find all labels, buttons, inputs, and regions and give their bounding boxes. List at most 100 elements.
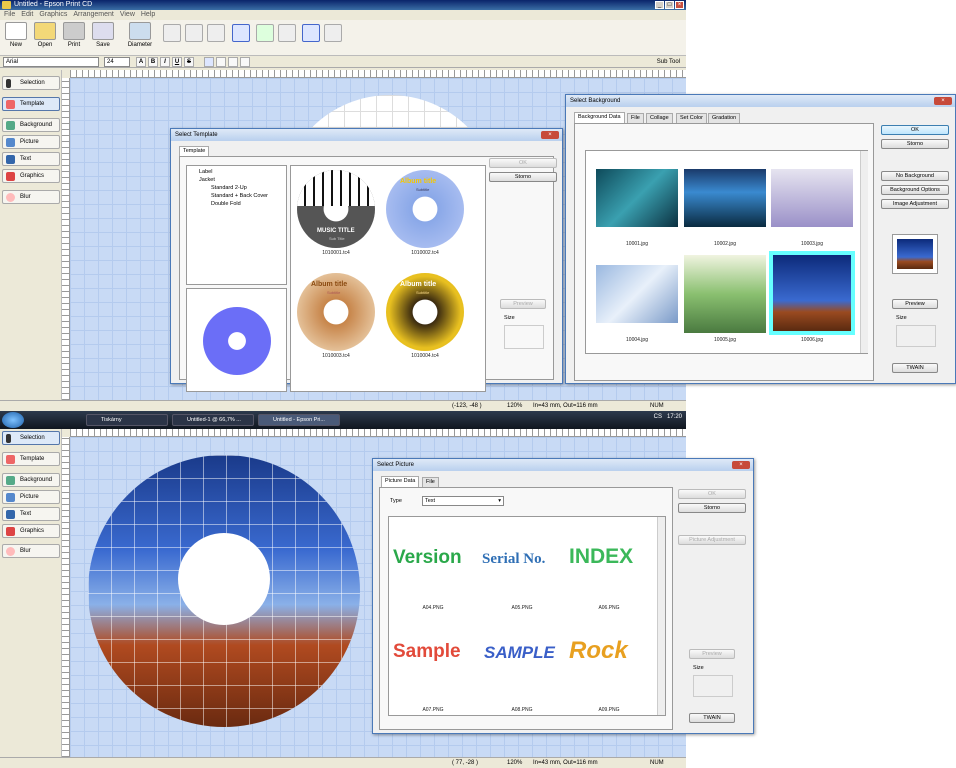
bold-button[interactable]: B [148, 57, 158, 67]
twain-button[interactable]: TWAIN [689, 713, 735, 723]
diameter-button[interactable]: Diameter [124, 22, 156, 48]
background-thumb-1[interactable] [596, 169, 678, 227]
font-color-button[interactable]: A [136, 57, 146, 67]
template-thumb-1[interactable]: MUSIC TITLE Sub Title [297, 170, 375, 248]
fit-page-icon[interactable] [232, 24, 250, 42]
tree-item-double-fold[interactable]: Double Fold [191, 200, 268, 208]
background-thumb-2[interactable] [684, 169, 766, 227]
ok-button[interactable]: OK [881, 125, 949, 135]
undo-icon[interactable] [163, 24, 181, 42]
new-button[interactable]: New [2, 22, 30, 48]
menu-help[interactable]: Help [141, 10, 155, 20]
background-thumb-6[interactable] [769, 251, 855, 335]
tab-picture-data[interactable]: Picture Data [381, 476, 420, 487]
picture-thumb-sample-caps[interactable]: SAMPLE [484, 643, 555, 663]
menu-arrangement[interactable]: Arrangement [73, 10, 113, 20]
align-right-icon[interactable] [228, 57, 238, 67]
text-button[interactable]: Text [2, 152, 60, 166]
type-select[interactable]: Text ▾ [422, 496, 504, 506]
start-button[interactable] [2, 412, 24, 428]
ok-button[interactable]: OK [489, 158, 557, 168]
template-button[interactable]: Template [2, 97, 60, 111]
template-thumb-2[interactable]: Album title Subtitle [386, 170, 464, 248]
font-select[interactable]: Arial [3, 57, 99, 67]
redo-icon[interactable] [185, 24, 203, 42]
twain-button[interactable]: TWAIN [892, 363, 938, 373]
tab-collage[interactable]: Collage [646, 113, 673, 123]
tab-set-color[interactable]: Set Color [676, 113, 707, 123]
picture-button[interactable]: Picture [2, 135, 60, 149]
graphics-button[interactable]: Graphics [2, 524, 60, 538]
tab-file[interactable]: File [627, 113, 644, 123]
picture-scrollbar[interactable] [657, 517, 665, 715]
tree-item-standard-2up[interactable]: Standard 2-Up [191, 184, 268, 192]
print-button[interactable]: Print [60, 22, 88, 48]
picture-thumb-rock[interactable]: Rock [569, 637, 628, 665]
ok-button[interactable]: OK [678, 489, 746, 499]
storno-button[interactable]: Storno [489, 172, 557, 182]
preview-button[interactable]: Preview [689, 649, 735, 659]
picture-thumb-sample[interactable]: Sample [393, 641, 461, 663]
menu-graphics[interactable]: Graphics [39, 10, 67, 20]
selection-button[interactable]: Selection [2, 76, 60, 90]
strikethrough-button[interactable]: S [184, 57, 194, 67]
sub-tool-button[interactable]: Sub Tool [657, 57, 680, 67]
minimize-icon[interactable]: _ [655, 1, 664, 9]
close-icon[interactable]: × [732, 461, 750, 469]
template-thumb-4[interactable]: Album title Subtitle [386, 273, 464, 351]
background-options-button[interactable]: Background Options [881, 185, 949, 195]
picture-thumb-serial[interactable]: Serial No. [482, 551, 545, 568]
template-button[interactable]: Template [2, 452, 60, 466]
tree-item-jacket[interactable]: Jacket [191, 176, 268, 184]
underline-button[interactable]: U [172, 57, 182, 67]
grid-icon[interactable] [302, 24, 320, 42]
picture-thumb-index[interactable]: INDEX [569, 545, 633, 569]
background-thumb-3[interactable] [771, 169, 853, 227]
menu-edit[interactable]: Edit [21, 10, 33, 20]
tree-item-label[interactable]: Label [191, 168, 268, 176]
size-slider[interactable] [896, 325, 936, 347]
blur-button[interactable]: Blur [2, 190, 60, 204]
cd-disc-with-background[interactable] [88, 455, 360, 727]
language-indicator[interactable]: CS [654, 414, 662, 420]
selection-button[interactable]: Selection [2, 431, 60, 445]
graphics-button[interactable]: Graphics [2, 169, 60, 183]
justify-icon[interactable] [240, 57, 250, 67]
image-adjustment-button[interactable]: Image Adjustment [881, 199, 949, 209]
font-size-select[interactable]: 24 [104, 57, 130, 67]
align-left-icon[interactable] [204, 57, 214, 67]
template-thumb-3[interactable]: Album title Subtitle [297, 273, 375, 351]
blur-button[interactable]: Blur [2, 544, 60, 558]
text-button[interactable]: Text [2, 507, 60, 521]
paste-icon[interactable] [207, 24, 225, 42]
storno-button[interactable]: Storno [881, 139, 949, 149]
close-icon[interactable]: × [675, 1, 684, 9]
background-button[interactable]: Background [2, 473, 60, 487]
taskbar-item-photoshop[interactable]: Untitled-1 @ 66,7% ... [172, 414, 254, 426]
align-center-icon[interactable] [216, 57, 226, 67]
italic-button[interactable]: I [160, 57, 170, 67]
background-thumb-5[interactable] [684, 255, 766, 333]
tab-gradation[interactable]: Gradation [708, 113, 741, 123]
picture-adjustment-button[interactable]: Picture Adjustment [678, 535, 746, 545]
size-slider[interactable] [504, 325, 544, 349]
tab-background-data[interactable]: Background Data [574, 112, 625, 123]
background-scrollbar[interactable] [860, 151, 868, 353]
background-button[interactable]: Background [2, 118, 60, 132]
tab-file[interactable]: File [422, 477, 439, 487]
size-slider[interactable] [693, 675, 733, 697]
close-icon[interactable]: × [934, 97, 952, 105]
close-icon[interactable]: × [541, 131, 559, 139]
picture-button[interactable]: Picture [2, 490, 60, 504]
menu-view[interactable]: View [120, 10, 135, 20]
preview-button[interactable]: Preview [892, 299, 938, 309]
no-background-button[interactable]: No Background [881, 171, 949, 181]
open-button[interactable]: Open [31, 22, 59, 48]
taskbar-item-printers[interactable]: Tiskárny [86, 414, 168, 426]
background-thumb-4[interactable] [596, 265, 678, 323]
zoom-in-icon[interactable] [256, 24, 274, 42]
menu-file[interactable]: File [4, 10, 15, 20]
zoom-out-icon[interactable] [278, 24, 296, 42]
tree-item-standard-back-cover[interactable]: Standard + Back Cover [191, 192, 268, 200]
maximize-icon[interactable]: □ [665, 1, 674, 9]
